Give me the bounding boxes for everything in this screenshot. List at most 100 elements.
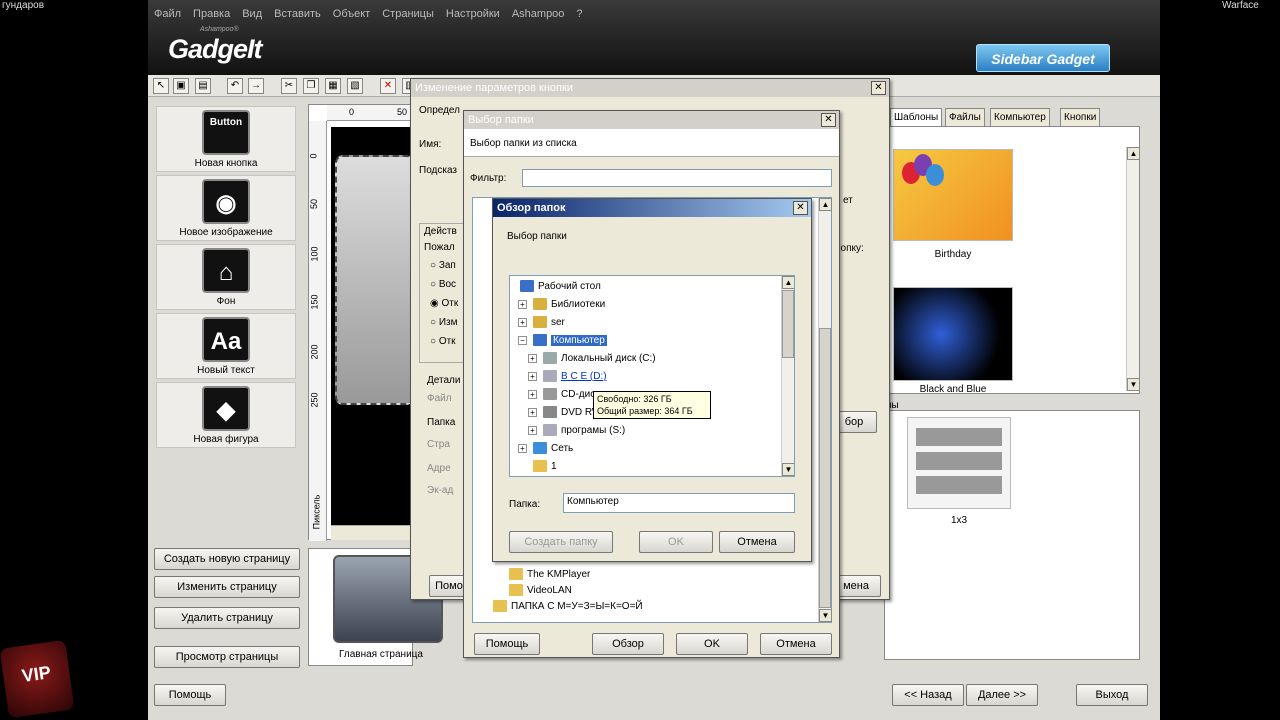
folder-list-scrollbar[interactable]: ▲ ▼	[818, 198, 832, 622]
tool-new-text[interactable]: Aa Новый текст	[156, 313, 296, 379]
open-folder-icon[interactable]: ▣	[173, 78, 189, 94]
exit-button[interactable]: Выход	[1076, 684, 1148, 706]
expand-icon[interactable]: +	[518, 443, 527, 453]
tab-templates[interactable]: Шаблоны	[890, 108, 943, 126]
expand-icon[interactable]: +	[518, 317, 527, 327]
close-icon[interactable]: ✕	[871, 81, 886, 95]
tab-buttons[interactable]: Кнопки	[1060, 108, 1101, 126]
menu-item[interactable]: Файл	[154, 8, 181, 26]
select-tool-icon[interactable]: ↖	[153, 78, 169, 94]
tree-item[interactable]: 1	[518, 458, 557, 476]
menu-item[interactable]: Правка	[193, 8, 230, 26]
folder-help-button[interactable]: Помощь	[474, 633, 540, 655]
delete-page-button[interactable]: Удалить страницу	[154, 607, 300, 629]
folder-path-input[interactable]: Компьютер	[563, 493, 795, 513]
scroll-up-icon[interactable]: ▲	[1127, 147, 1140, 160]
edit-page-button[interactable]: Изменить страницу	[154, 576, 300, 598]
scroll-up-icon[interactable]: ▲	[782, 276, 794, 289]
radio-option[interactable]: ○ Вос	[430, 279, 456, 290]
list-item[interactable]: ПАПКА С М=У=З=Ы=К=О=Й	[493, 598, 643, 616]
scroll-down-icon[interactable]: ▼	[1127, 378, 1140, 391]
folder-cancel-button[interactable]: Отмена	[760, 633, 832, 655]
tool-new-shape[interactable]: ◆ Новая фигура	[156, 382, 296, 448]
filter-input[interactable]	[522, 169, 832, 187]
back-button[interactable]: << Назад	[892, 684, 964, 706]
tree-scrollbar[interactable]: ▲ ▼	[781, 276, 794, 476]
tree-item[interactable]: + Библиотеки	[518, 296, 605, 314]
scroll-thumb[interactable]	[782, 290, 794, 358]
create-folder-button[interactable]: Создать папку	[509, 531, 613, 553]
folder-tree[interactable]: Рабочий стол + Библиотеки + ser − Компьютер + Ло…	[509, 275, 795, 477]
menu-item[interactable]: Вставить	[274, 8, 321, 26]
canvas-scrollbar[interactable]	[331, 525, 414, 540]
template-thumb-birthday[interactable]	[893, 149, 1013, 241]
tree-item[interactable]: + програмы (S:)	[528, 422, 625, 440]
gadget-canvas[interactable]	[331, 127, 414, 525]
paste-icon[interactable]: ▦	[325, 78, 341, 94]
radio-option[interactable]: ○ Зап	[430, 260, 456, 271]
expand-icon[interactable]: +	[528, 371, 537, 381]
radio-option[interactable]: ◉ Отк	[430, 298, 458, 309]
save-icon[interactable]: ▤	[195, 78, 211, 94]
tree-item[interactable]: − Компьютер	[518, 332, 607, 350]
ruler-tick: 0	[308, 153, 319, 159]
undo-icon[interactable]: ↶	[227, 78, 243, 94]
scroll-thumb[interactable]	[819, 328, 831, 608]
redo-icon[interactable]: →	[248, 78, 264, 94]
next-button[interactable]: Далее >>	[966, 684, 1038, 706]
copy-icon[interactable]: ❐	[303, 78, 319, 94]
properties-icon[interactable]: ▧	[347, 78, 363, 94]
browse-ok-button[interactable]: OK	[639, 531, 713, 553]
tool-new-image[interactable]: ◉ Новое изображение	[156, 175, 296, 241]
group-label: Действ	[424, 226, 457, 237]
menu-item[interactable]: Объект	[333, 8, 370, 26]
help-button[interactable]: Помощь	[154, 684, 226, 706]
tree-item[interactable]: + Сеть	[518, 440, 573, 458]
collapse-icon[interactable]: −	[518, 335, 527, 345]
close-icon[interactable]: ✕	[793, 201, 808, 215]
template-thumb-black-blue[interactable]	[893, 287, 1013, 381]
cut-icon[interactable]: ✂	[281, 78, 297, 94]
radio-option[interactable]: ○ Изм	[430, 317, 457, 328]
menu-item[interactable]: Ashampoo	[512, 8, 565, 26]
scroll-down-icon[interactable]: ▼	[819, 609, 832, 622]
scroll-down-icon[interactable]: ▼	[782, 463, 794, 476]
layout-thumb-1x3[interactable]	[907, 417, 1011, 509]
delete-icon[interactable]: ✕	[380, 78, 396, 94]
menu-item[interactable]: ?	[576, 8, 582, 26]
gadget-button-preview[interactable]	[335, 155, 414, 405]
expand-icon[interactable]: +	[518, 299, 527, 309]
tree-item[interactable]: + В С Е (D:)	[528, 368, 607, 386]
tree-item-label: Локальный диск (C:)	[561, 353, 656, 364]
templates-scrollbar[interactable]: ▲ ▼	[1126, 147, 1140, 391]
menu-item[interactable]: Страницы	[382, 8, 434, 26]
folder-icon	[493, 600, 507, 613]
tree-item-label: програмы (S:)	[561, 425, 626, 436]
menu-item[interactable]: Вид	[242, 8, 262, 26]
tab-label[interactable]: Определ	[419, 105, 460, 116]
browse-cancel-button[interactable]: Отмена	[719, 531, 795, 553]
preview-page-button[interactable]: Просмотр страницы	[154, 646, 300, 668]
user-icon	[533, 316, 547, 329]
folder-browse-button[interactable]: Обзор	[592, 633, 664, 655]
tool-new-button[interactable]: Button Новая кнопка	[156, 106, 296, 172]
close-icon[interactable]: ✕	[821, 113, 836, 127]
expand-icon[interactable]: +	[528, 389, 537, 399]
menu-item[interactable]: Настройки	[446, 8, 500, 26]
tab-computer[interactable]: Компьютер	[990, 108, 1050, 126]
create-page-button[interactable]: Создать новую страницу	[154, 548, 300, 570]
folder-ok-button[interactable]: OK	[676, 633, 748, 655]
expand-icon[interactable]: +	[528, 353, 537, 363]
expand-icon[interactable]: +	[528, 407, 537, 417]
tab-files[interactable]: Файлы	[945, 108, 985, 126]
templates-panel: Birthday Black and Blue ▲ ▼	[884, 126, 1140, 394]
tree-item[interactable]: + Локальный диск (C:)	[528, 350, 656, 368]
tool-background[interactable]: ⌂ Фон	[156, 244, 296, 310]
tree-item[interactable]: + ser	[518, 314, 565, 332]
expand-icon[interactable]: +	[528, 425, 537, 435]
tree-item[interactable]: Рабочий стол	[520, 278, 601, 296]
tree-item[interactable]: + CD-диск	[528, 386, 600, 404]
radio-option[interactable]: ○ Отк	[430, 336, 456, 347]
dialog-title: Выбор папки	[464, 111, 839, 129]
scroll-up-icon[interactable]: ▲	[819, 198, 832, 211]
